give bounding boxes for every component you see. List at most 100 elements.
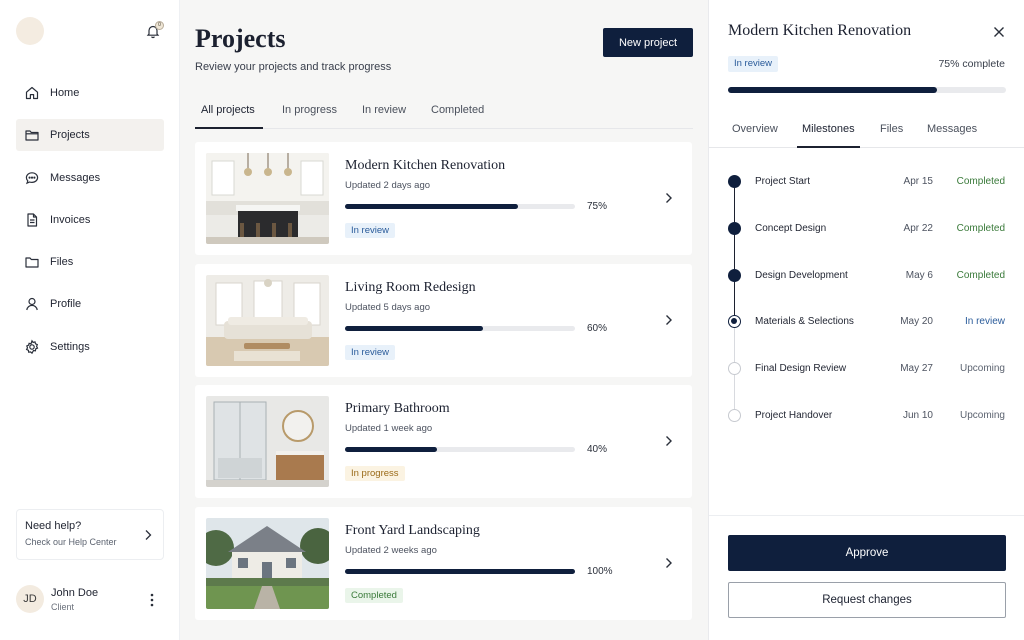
sidebar-item-invoices[interactable]: Invoices [16,204,164,236]
sidebar-item-label: Projects [50,129,90,142]
milestone-status: Completed [956,270,1005,281]
panel-footer: Approve Request changes [709,515,1024,640]
progress-percent: 100% [587,566,613,577]
chevron-right-icon [145,530,152,540]
more-options-icon[interactable] [146,592,158,608]
progress-bar-fill [345,326,483,331]
project-card[interactable]: Primary Bathroom Updated 1 week ago 40% … [195,385,692,498]
milestone-dot [728,315,741,328]
project-updated: Updated 2 days ago [345,180,431,191]
project-thumbnail-kitchen [206,153,329,244]
document-icon [27,213,38,227]
sidebar: 0 Home Projects Messages Invoices Files … [0,0,180,640]
project-card[interactable]: Front Yard Landscaping Updated 2 weeks a… [195,507,692,620]
avatar[interactable]: JD [16,585,44,613]
milestone-row[interactable]: Project Start Apr 15 Completed [709,165,1024,198]
sidebar-item-projects[interactable]: Projects [16,119,164,152]
milestone-date: May 20 [900,316,933,327]
help-center-card[interactable]: Need help? Check our Help Center [16,509,164,560]
progress-percent: 60% [587,323,608,334]
progress-bar [345,569,575,574]
new-project-button[interactable]: New project [603,28,693,57]
chevron-right-icon [666,558,672,568]
milestone-name: Materials & Selections [755,316,854,327]
status-badge: In review [345,223,396,238]
tab-all-projects[interactable]: All projects [201,104,255,116]
panel-tabs: Overview Milestones Files Messages [709,109,1024,148]
milestone-row[interactable]: Final Design Review May 27 Upcoming [709,352,1024,385]
project-tabs: All projects In progress In review Compl… [195,94,693,129]
progress-bar-fill [345,447,437,452]
tab-completed[interactable]: Completed [431,104,484,116]
progress-bar-fill [345,569,575,574]
tab-overview[interactable]: Overview [732,123,778,135]
project-title: Living Room Redesign [345,280,476,295]
chevron-right-icon [666,193,672,203]
milestone-status: Upcoming [959,410,1005,421]
progress-bar [345,204,575,209]
status-badge: Completed [345,588,403,603]
request-changes-button[interactable]: Request changes [728,582,1006,618]
sidebar-item-settings[interactable]: Settings [16,331,164,363]
project-updated: Updated 5 days ago [345,302,431,313]
sidebar-item-label: Profile [50,298,82,311]
progress-bar [345,326,575,331]
milestone-dot [728,269,741,282]
milestone-dot [728,362,741,375]
user-icon [26,298,38,311]
milestone-status: Completed [956,223,1005,234]
tab-files[interactable]: Files [880,123,903,135]
panel-status-badge: In review [728,56,779,72]
tab-in-review[interactable]: In review [362,104,406,116]
milestone-row[interactable]: Materials & Selections May 20 In review [709,305,1024,338]
panel-complete-label: 75% complete [938,58,1005,70]
notification-badge: 0 [155,21,164,30]
status-badge: In review [345,345,396,360]
milestone-status: Upcoming [959,363,1005,374]
milestone-row[interactable]: Concept Design Apr 22 Completed [709,212,1024,245]
milestone-name: Design Development [755,270,848,281]
progress-percent: 75% [587,201,608,212]
sidebar-nav: Home Projects Messages Invoices Files Pr… [16,77,164,373]
user-role: Client [51,602,75,612]
sidebar-item-profile[interactable]: Profile [16,288,164,320]
milestone-row[interactable]: Project Handover Jun 10 Upcoming [709,399,1024,432]
timeline-line-done [734,182,735,322]
sidebar-item-label: Files [50,256,74,269]
folder-icon [25,257,39,268]
milestone-row[interactable]: Design Development May 6 Completed [709,259,1024,292]
milestone-date: May 27 [900,363,933,374]
chevron-right-icon [666,315,672,325]
tab-milestones[interactable]: Milestones [802,123,855,135]
milestone-status: Completed [956,176,1005,187]
chevron-right-icon [666,436,672,446]
project-title: Primary Bathroom [345,401,450,416]
milestone-dot [728,409,741,422]
milestone-date: Apr 22 [903,223,933,234]
milestone-date: Jun 10 [902,410,933,421]
sidebar-item-label: Messages [50,171,101,184]
gear-icon [25,339,39,354]
approve-button[interactable]: Approve [728,535,1006,571]
progress-bar [345,447,575,452]
panel-title: Modern Kitchen Renovation [728,22,912,39]
tab-in-progress[interactable]: In progress [282,104,337,116]
project-card[interactable]: Living Room Redesign Updated 5 days ago … [195,264,692,377]
tab-messages[interactable]: Messages [927,123,977,135]
sidebar-item-home[interactable]: Home [16,77,164,109]
milestone-dot [728,222,741,235]
project-card[interactable]: Modern Kitchen Renovation Updated 2 days… [195,142,692,255]
project-thumbnail-house [206,518,329,609]
milestone-name: Concept Design [755,223,827,234]
progress-bar-fill [345,204,518,209]
logo[interactable] [16,17,44,45]
sidebar-item-files[interactable]: Files [16,246,164,278]
milestone-date: May 6 [905,270,933,281]
chat-icon [25,171,39,184]
sidebar-item-messages[interactable]: Messages [16,162,164,194]
project-title: Front Yard Landscaping [345,523,480,538]
panel-progress-fill [728,87,937,93]
milestone-dot [728,175,741,188]
close-icon[interactable] [993,26,1005,38]
status-badge: In progress [345,466,405,481]
